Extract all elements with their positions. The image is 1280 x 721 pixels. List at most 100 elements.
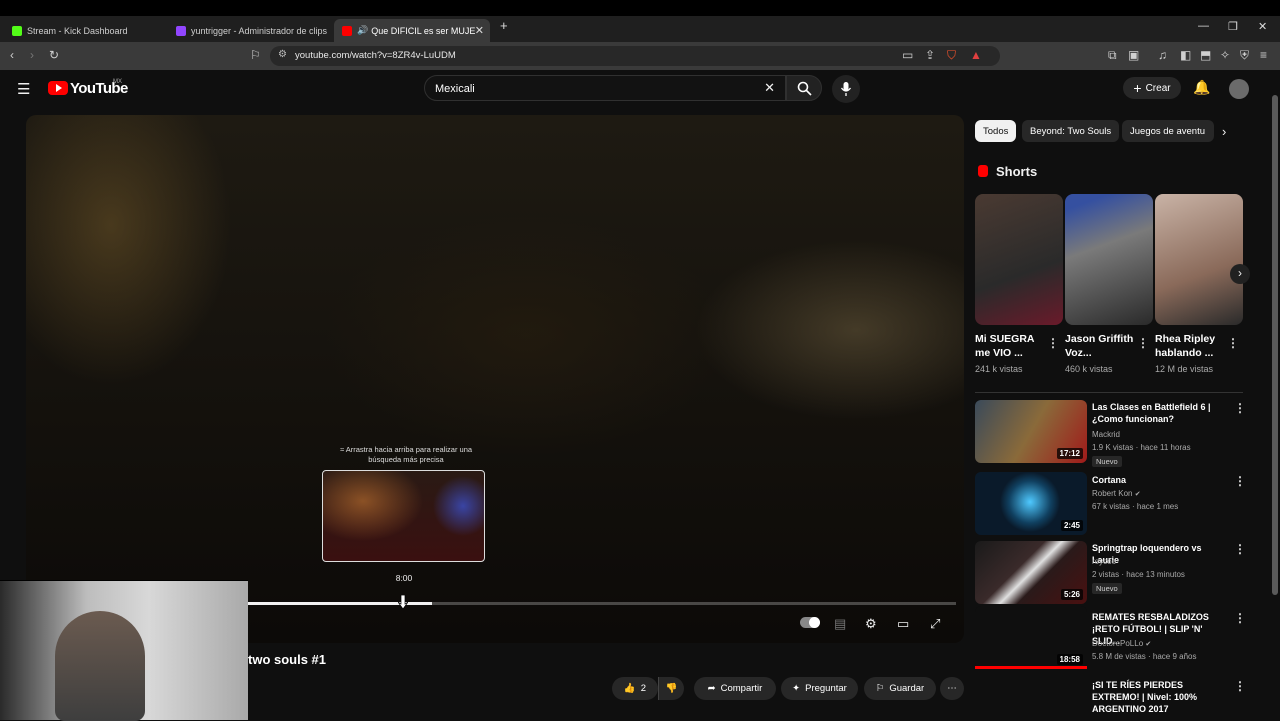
create-button[interactable]: + Crear: [1123, 77, 1181, 99]
tab-close-icon[interactable]: ✕: [475, 24, 484, 37]
minimize-icon[interactable]: —: [1198, 20, 1209, 32]
extensions-icon[interactable]: ⧉: [1108, 48, 1117, 62]
subtitles-icon[interactable]: ▤: [834, 617, 846, 631]
shorts-section-title: Shorts: [996, 164, 1038, 179]
more-vertical-icon[interactable]: ⋮: [1227, 336, 1239, 350]
vpn-icon[interactable]: ⛨: [1240, 48, 1249, 62]
video-title-link[interactable]: Las Clases en Battlefield 6 | ¿Como func…: [1092, 401, 1230, 425]
new-badge: Nuevo: [1092, 456, 1122, 467]
downloads-icon[interactable]: ⬒: [1200, 48, 1211, 62]
verified-icon: ✔: [1134, 491, 1141, 498]
brave-shields-icon[interactable]: ⛉: [947, 48, 956, 62]
channel-name[interactable]: reycoo: [1092, 557, 1116, 566]
shorts-next-button[interactable]: ›: [1230, 264, 1250, 284]
bookmark-icon[interactable]: ⚐: [250, 48, 261, 62]
tab-title: Que DIFICIL es ser MUJER / B: [371, 25, 476, 36]
video-thumbnail[interactable]: 17:12: [975, 400, 1087, 463]
more-vertical-icon[interactable]: ⋮: [1137, 336, 1149, 350]
short-thumbnail[interactable]: [975, 194, 1063, 325]
sparkle-icon: ✦: [792, 683, 801, 694]
more-vertical-icon[interactable]: ⋮: [1047, 336, 1059, 350]
video-thumbnail[interactable]: 2:45: [975, 472, 1087, 535]
chip-juegos-de-aventura[interactable]: Juegos de aventu: [1122, 120, 1214, 142]
reload-icon[interactable]: ↻: [49, 48, 59, 62]
address-bar[interactable]: ⚙ youtube.com/watch?v=8ZR4v-LuUDM: [270, 46, 1000, 66]
channel-name-text: DoctorePoLLo: [1092, 639, 1144, 648]
more-vertical-icon[interactable]: ⋮: [1234, 401, 1246, 415]
channel-name[interactable]: DoctorePoLLo ✔: [1092, 639, 1151, 648]
browser-tab-twitch[interactable]: yuntrigger - Administrador de clips: [168, 19, 330, 42]
chip-todos[interactable]: Todos: [975, 120, 1017, 142]
more-vertical-icon[interactable]: ⋮: [1234, 474, 1246, 488]
sidebar-toggle-icon[interactable]: ◧: [1180, 48, 1191, 62]
youtube-logo-icon[interactable]: [48, 81, 68, 95]
mouse-cursor-icon: [397, 594, 409, 610]
search-input[interactable]: [435, 80, 735, 97]
leo-icon[interactable]: ✧: [1220, 48, 1230, 62]
back-icon[interactable]: ‹: [10, 48, 14, 62]
watched-progress: [975, 666, 1087, 669]
wallet-icon[interactable]: ▣: [1128, 48, 1139, 62]
window-close-icon[interactable]: ✕: [1258, 20, 1267, 33]
theater-mode-icon[interactable]: ▭: [897, 617, 909, 631]
cast-icon[interactable]: ▭: [902, 48, 913, 62]
short-thumbnail[interactable]: [1065, 194, 1153, 325]
video-player[interactable]: ≈ Arrastra hacia arriba para realizar un…: [26, 115, 964, 643]
settings-gear-icon[interactable]: ⚙: [865, 617, 877, 631]
duration-badge: 17:12: [1056, 448, 1083, 459]
duration-badge: 18:58: [1056, 654, 1083, 665]
browser-tab-youtube[interactable]: 🔊 Que DIFICIL es ser MUJER / B ✕: [334, 19, 490, 42]
share-page-icon[interactable]: ⇪: [925, 48, 935, 62]
short-thumbnail[interactable]: [1155, 194, 1243, 325]
save-label: Guardar: [889, 683, 925, 694]
more-vertical-icon[interactable]: ⋮: [1234, 542, 1246, 556]
media-icon[interactable]: ♫: [1158, 48, 1167, 62]
browser-toolbar: ‹ › ↻ ⚐ ⚙ youtube.com/watch?v=8ZR4v-LuUD…: [0, 42, 1280, 70]
chevron-right-icon[interactable]: ›: [1222, 124, 1226, 139]
avatar[interactable]: [1229, 79, 1249, 99]
more-horizontal-icon: ⋯: [947, 683, 957, 694]
like-button[interactable]: 👍 2: [612, 677, 658, 700]
youtube-favicon-icon: [342, 25, 352, 36]
hamburger-menu-icon[interactable]: ☰: [17, 80, 30, 98]
video-thumbnail[interactable]: 18:58: [975, 606, 1087, 669]
chip-beyond-two-souls[interactable]: Beyond: Two Souls: [1022, 120, 1120, 142]
more-vertical-icon[interactable]: ⋮: [1234, 611, 1246, 625]
dislike-button[interactable]: 👎: [658, 677, 684, 700]
page-scrollbar[interactable]: [1272, 75, 1278, 720]
brave-rewards-icon[interactable]: ▲: [970, 48, 982, 62]
duration-badge: 5:26: [1060, 589, 1083, 600]
more-actions-button[interactable]: ⋯: [940, 677, 964, 700]
restore-icon[interactable]: ❐: [1228, 20, 1238, 33]
video-title-link[interactable]: ¡SI TE RÍES PIERDES EXTREMO! | Nivel: 10…: [1092, 679, 1230, 715]
voice-search-button[interactable]: [832, 75, 860, 103]
new-tab-button[interactable]: +: [500, 18, 508, 33]
video-meta: 1.9 K vistas · hace 11 horas: [1092, 443, 1191, 452]
share-button[interactable]: ➦ Compartir: [694, 677, 776, 700]
video-title-link[interactable]: Cortana: [1092, 474, 1230, 486]
fullscreen-icon[interactable]: ⤢: [930, 617, 940, 631]
menu-icon[interactable]: ≡: [1260, 48, 1267, 62]
video-thumbnail[interactable]: 5:26: [975, 541, 1087, 604]
short-title[interactable]: Mi SUEGRA me VIO ...: [975, 332, 1047, 360]
forward-icon[interactable]: ›: [30, 48, 34, 62]
short-views: 12 M de vistas: [1155, 364, 1214, 374]
search-field[interactable]: ✕: [424, 75, 786, 101]
site-info-icon[interactable]: ⚙: [278, 49, 287, 60]
channel-name[interactable]: Robert Kon ✔: [1092, 489, 1141, 498]
region-code: MX: [113, 79, 122, 85]
save-button[interactable]: ⚐ Guardar: [864, 677, 936, 700]
short-title[interactable]: Rhea Ripley hablando ...: [1155, 332, 1227, 360]
search-button[interactable]: [786, 75, 822, 101]
browser-tab-kick[interactable]: Stream - Kick Dashboard: [4, 19, 164, 42]
autoplay-toggle[interactable]: [800, 617, 820, 628]
short-title[interactable]: Jason Griffith Voz...: [1065, 332, 1137, 360]
more-vertical-icon[interactable]: ⋮: [1234, 679, 1246, 693]
clear-search-icon[interactable]: ✕: [764, 80, 775, 96]
progress-bar[interactable]: [248, 602, 956, 605]
notifications-bell-icon[interactable]: 🔔: [1193, 79, 1210, 96]
channel-name[interactable]: Mackrid: [1092, 430, 1120, 439]
ask-button[interactable]: ✦ Preguntar: [781, 677, 858, 700]
scrollbar-thumb[interactable]: [1272, 95, 1278, 595]
microphone-icon: [840, 82, 852, 96]
